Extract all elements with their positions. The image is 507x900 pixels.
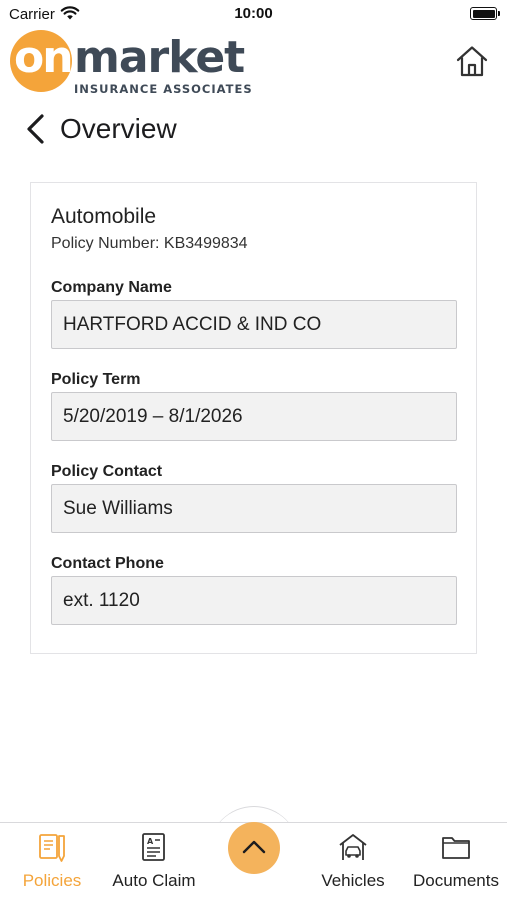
tab-label-vehicles: Vehicles bbox=[321, 871, 385, 890]
tab-auto-claim[interactable]: A Auto Claim bbox=[104, 823, 204, 900]
app-screen: Carrier 10:00 on market INSURANCE ASSOCI… bbox=[0, 0, 507, 900]
company-name-label: Company Name bbox=[51, 279, 172, 296]
car-garage-icon bbox=[339, 834, 367, 860]
policy-term-field: 5/20/2019 – 8/1/2026 bbox=[51, 392, 457, 441]
folder-icon bbox=[442, 837, 470, 859]
status-bar: Carrier 10:00 bbox=[0, 0, 507, 28]
brand-logo: on market INSURANCE ASSOCIATES bbox=[10, 28, 270, 98]
contact-phone-field: ext. 1120 bbox=[51, 576, 457, 625]
company-name-field: HARTFORD ACCID & IND CO bbox=[51, 300, 457, 349]
tab-label-policies: Policies bbox=[22, 871, 82, 890]
chevron-up-icon bbox=[242, 840, 266, 854]
logo-main: market bbox=[74, 32, 245, 83]
status-time: 10:00 bbox=[234, 5, 273, 22]
claim-form-icon: A bbox=[142, 833, 165, 861]
tab-label-documents: Documents bbox=[413, 871, 499, 890]
expand-menu-button[interactable] bbox=[228, 822, 280, 874]
tab-documents[interactable]: Documents bbox=[406, 823, 506, 900]
policy-card: Automobile Policy Number: KB3499834 Comp… bbox=[30, 182, 477, 654]
tab-label-auto-claim: Auto Claim bbox=[112, 871, 196, 890]
logo-subtitle: INSURANCE ASSOCIATES bbox=[74, 82, 253, 96]
tab-policies[interactable]: Policies bbox=[2, 823, 102, 900]
page-title: Overview bbox=[60, 113, 177, 144]
policy-contact-label: Policy Contact bbox=[51, 463, 163, 480]
home-icon[interactable] bbox=[455, 44, 489, 78]
svg-text:A: A bbox=[147, 837, 154, 846]
policy-contact-field: Sue Williams bbox=[51, 484, 457, 533]
policy-term-label: Policy Term bbox=[51, 371, 141, 388]
battery-icon bbox=[470, 7, 500, 20]
policy-document-icon bbox=[39, 834, 65, 862]
policy-type: Automobile bbox=[51, 205, 157, 228]
logo-prefix: on bbox=[14, 32, 74, 83]
chevron-left-icon[interactable] bbox=[22, 112, 50, 146]
tab-vehicles[interactable]: Vehicles bbox=[303, 823, 403, 900]
policy-number: Policy Number: KB3499834 bbox=[51, 235, 248, 252]
contact-phone-label: Contact Phone bbox=[51, 555, 164, 572]
